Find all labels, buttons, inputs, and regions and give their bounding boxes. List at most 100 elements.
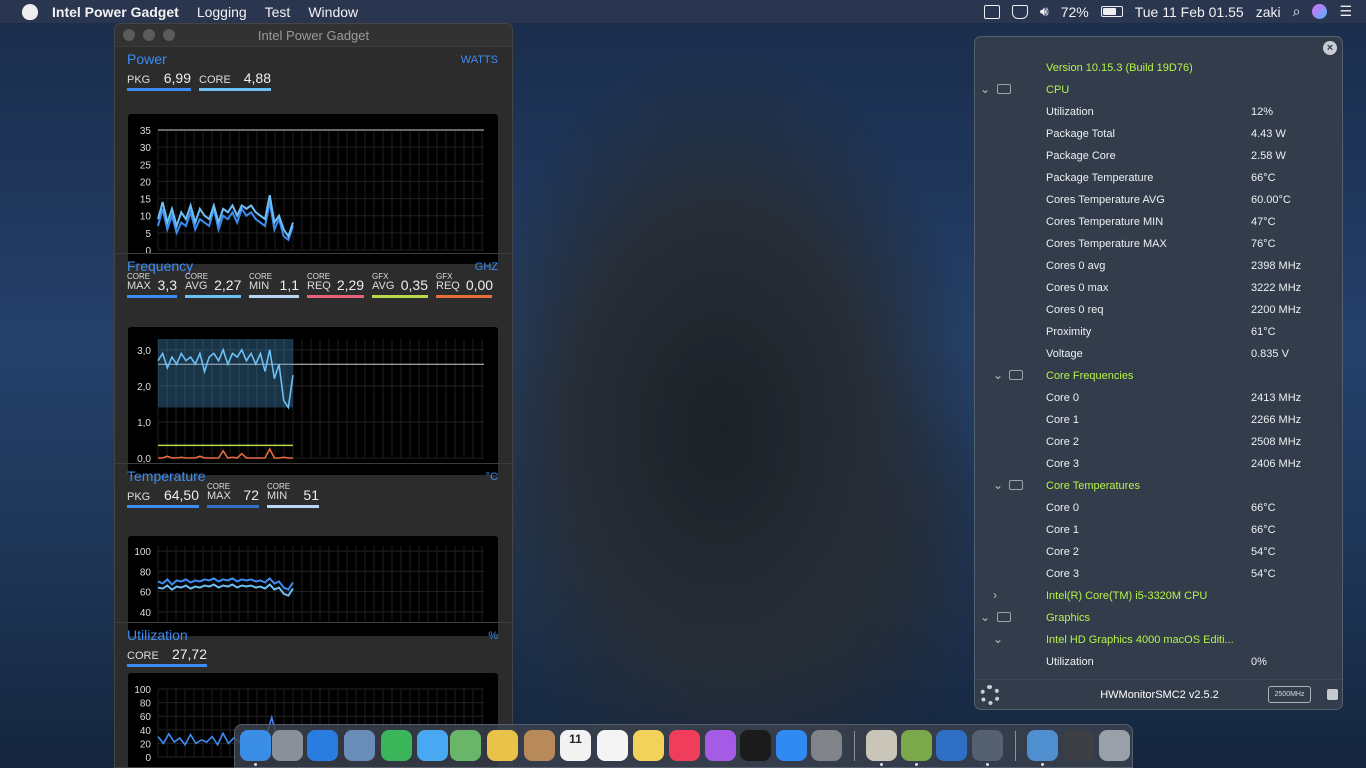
airplay-icon[interactable] bbox=[1011, 4, 1028, 19]
minimize-button[interactable] bbox=[143, 29, 155, 41]
sensor-name: Core 1 bbox=[1046, 414, 1080, 426]
metric-pkg: PKG 6,99 bbox=[127, 69, 191, 91]
battery-percent[interactable]: 72% bbox=[1061, 4, 1089, 20]
clock[interactable]: Tue 11 Feb 01.55 bbox=[1135, 4, 1244, 20]
volume-icon[interactable]: 🔊︎ bbox=[1040, 3, 1049, 20]
y-tick-label: 40 bbox=[140, 608, 152, 619]
sensor-group-row[interactable]: ⌄ Core Temperatures bbox=[975, 475, 1342, 497]
metric-label-bottom: REQ bbox=[307, 280, 331, 292]
sensor-group-row[interactable]: ⌄ Core Frequencies bbox=[975, 365, 1342, 387]
metric-label: GFX AVG bbox=[372, 273, 394, 292]
user-name[interactable]: zaki bbox=[1256, 4, 1281, 20]
chevron-right-icon[interactable]: › bbox=[993, 588, 997, 602]
sensor-row: Core 2 2508 MHz bbox=[975, 431, 1342, 453]
sensor-value: 3222 MHz bbox=[1251, 282, 1302, 294]
power-section: Power WATTS PKG 6,99 CORE 4,88 35 30 25 20 15 1… bbox=[115, 46, 512, 264]
app-store-icon[interactable] bbox=[776, 730, 807, 761]
spotlight-search-icon[interactable]: ⌕ bbox=[1293, 3, 1301, 20]
battery-icon[interactable] bbox=[1100, 6, 1123, 17]
safari-icon[interactable] bbox=[307, 730, 338, 761]
notification-center-icon[interactable]: ☰ bbox=[1339, 3, 1352, 20]
y-tick-label: 40 bbox=[140, 726, 152, 737]
sensor-value: 2.58 W bbox=[1251, 150, 1286, 162]
metric-label-bottom: MAX bbox=[207, 490, 231, 502]
status-area: 🔊︎ 72% Tue 11 Feb 01.55 zaki ⌕ ☰ bbox=[983, 0, 1366, 23]
chevron-down-icon[interactable]: ⌄ bbox=[993, 632, 1003, 646]
running-indicator bbox=[880, 763, 883, 766]
menu-logging[interactable]: Logging bbox=[197, 4, 247, 20]
sensor-name: Version 10.15.3 (Build 19D76) bbox=[1046, 62, 1193, 74]
menu-app-name[interactable]: Intel Power Gadget bbox=[52, 4, 179, 20]
activity-monitor-icon[interactable] bbox=[983, 4, 1000, 19]
screenshot-icon[interactable] bbox=[1063, 730, 1094, 761]
lock-icon[interactable] bbox=[1327, 689, 1338, 700]
sensor-name: Core 3 bbox=[1046, 458, 1080, 470]
sensor-group-row[interactable]: ⌄ Intel HD Graphics 4000 macOS Editi... bbox=[975, 629, 1342, 651]
power-metrics: PKG 6,99 CORE 4,88 bbox=[127, 69, 271, 91]
metric-value: 3,3 bbox=[157, 277, 177, 293]
script-editor-icon[interactable] bbox=[866, 730, 897, 761]
usb-prober-icon[interactable] bbox=[972, 730, 1003, 761]
apple-tv-icon[interactable] bbox=[740, 730, 771, 761]
messages-icon[interactable] bbox=[417, 730, 448, 761]
trash-icon[interactable] bbox=[1099, 730, 1130, 761]
sensor-row: Cores 0 max 3222 MHz bbox=[975, 277, 1342, 299]
title-bar[interactable]: Intel Power Gadget bbox=[115, 24, 512, 46]
sensor-name: Core 1 bbox=[1046, 524, 1080, 536]
sensor-name: Cores 0 req bbox=[1046, 304, 1104, 316]
frequency-badge[interactable]: 2500MHz bbox=[1268, 686, 1311, 703]
utilization-title: Utilization bbox=[127, 627, 188, 643]
sensor-row: Version 10.15.3 (Build 19D76) bbox=[975, 57, 1342, 79]
menu-test[interactable]: Test bbox=[265, 4, 291, 20]
sensor-value: 2413 MHz bbox=[1251, 392, 1302, 404]
metric-label: CORE bbox=[127, 650, 159, 662]
facetime-icon[interactable] bbox=[381, 730, 412, 761]
system-preferences-icon[interactable] bbox=[811, 730, 842, 761]
hwmonitor-popover: × Version 10.15.3 (Build 19D76) ⌄ CPU Utili… bbox=[974, 36, 1343, 710]
launchpad-icon[interactable] bbox=[272, 730, 303, 761]
metric-label: CORE bbox=[199, 74, 231, 86]
y-tick-label: 80 bbox=[140, 567, 152, 578]
apple-menu-icon[interactable] bbox=[22, 3, 38, 20]
contacts-icon[interactable] bbox=[524, 730, 555, 761]
chevron-down-icon[interactable]: ⌄ bbox=[993, 478, 1003, 492]
preview-icon[interactable] bbox=[344, 730, 375, 761]
photos-icon[interactable] bbox=[487, 730, 518, 761]
maps-icon[interactable] bbox=[450, 730, 481, 761]
sensor-name: Intel(R) Core(TM) i5-3320M CPU bbox=[1046, 590, 1208, 602]
sensor-value: 0% bbox=[1251, 656, 1267, 668]
y-tick-label: 100 bbox=[134, 685, 151, 696]
sensor-category-icon bbox=[997, 612, 1011, 622]
finder-icon[interactable] bbox=[240, 730, 271, 761]
frequency-graph: 3,0 2,0 1,0 0,0 bbox=[128, 327, 498, 475]
music-icon[interactable] bbox=[669, 730, 700, 761]
podcasts-icon[interactable] bbox=[705, 730, 736, 761]
sensor-name: Utilization bbox=[1046, 106, 1094, 118]
sensor-group-row[interactable]: ⌄ CPU bbox=[975, 79, 1342, 101]
metric-label-bottom: AVG bbox=[185, 280, 208, 292]
utilization-metrics: CORE 27,72 bbox=[127, 645, 207, 667]
sensor-value: 60.00°C bbox=[1251, 194, 1291, 206]
close-button[interactable] bbox=[123, 29, 135, 41]
reminders-icon[interactable] bbox=[597, 730, 628, 761]
notes-icon[interactable] bbox=[633, 730, 664, 761]
metric-1: CORE MAX 72 bbox=[207, 483, 259, 508]
frequency-unit: GHZ bbox=[474, 261, 498, 273]
siri-icon[interactable] bbox=[1312, 4, 1328, 19]
sensor-group-row[interactable]: ⌄ Graphics bbox=[975, 607, 1342, 629]
y-tick-label: 60 bbox=[140, 712, 152, 723]
sensor-row: Cores Temperature AVG 60.00°C bbox=[975, 189, 1342, 211]
sensor-name: Voltage bbox=[1046, 348, 1083, 360]
downloads-icon[interactable] bbox=[1027, 730, 1058, 761]
metric-label-bottom: REQ bbox=[436, 280, 460, 292]
activity-icon[interactable] bbox=[901, 730, 932, 761]
chevron-down-icon[interactable]: ⌄ bbox=[980, 82, 990, 96]
chevron-down-icon[interactable]: ⌄ bbox=[993, 368, 1003, 382]
zoom-button[interactable] bbox=[163, 29, 175, 41]
metric-value: 2,27 bbox=[214, 277, 242, 293]
sensor-group-row[interactable]: › Intel(R) Core(TM) i5-3320M CPU bbox=[975, 585, 1342, 607]
intel-power-gadget-icon[interactable] bbox=[936, 730, 967, 761]
y-tick-label: 35 bbox=[140, 126, 152, 137]
menu-window[interactable]: Window bbox=[308, 4, 358, 20]
chevron-down-icon[interactable]: ⌄ bbox=[980, 610, 990, 624]
